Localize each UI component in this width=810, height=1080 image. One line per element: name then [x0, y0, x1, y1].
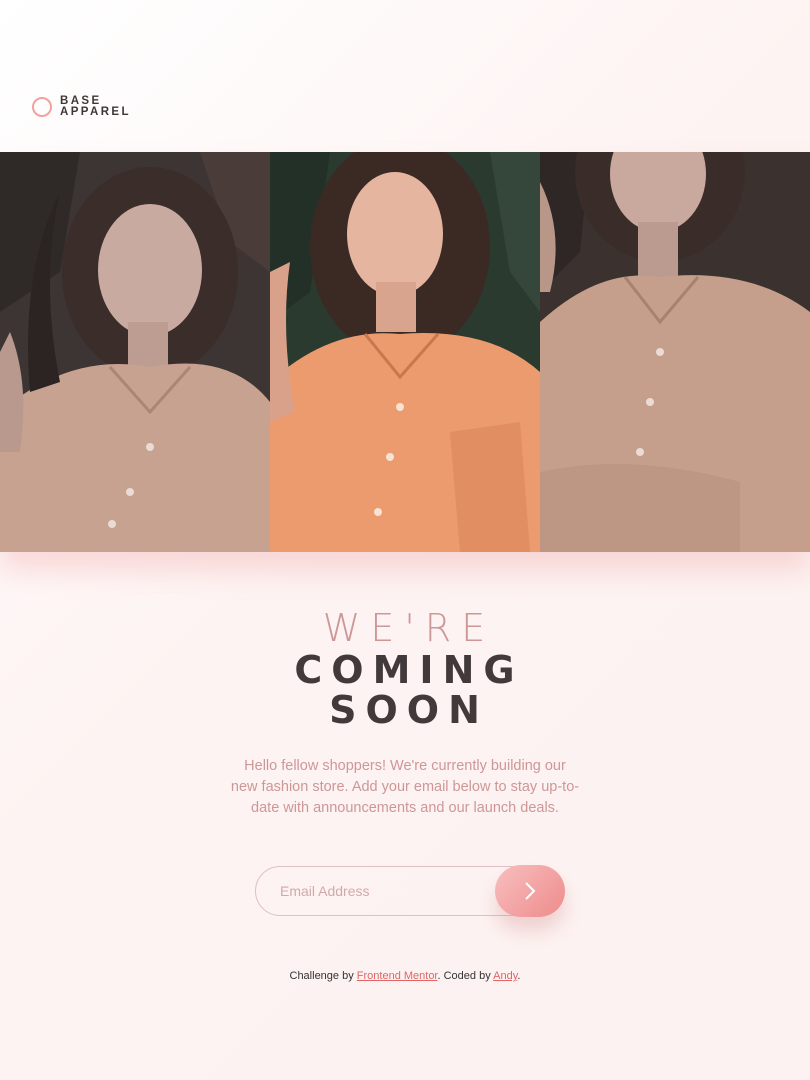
coming-soon-section: WE'RE COMING SOON Hello fellow shoppers!…: [0, 606, 810, 819]
logo[interactable]: BASE APPAREL: [32, 95, 131, 118]
headline-line-2: COMING: [294, 648, 524, 692]
logo-text: BASE APPAREL: [60, 95, 131, 118]
hero-photo-center: [270, 152, 540, 552]
headline-light: WE'RE: [322, 606, 496, 650]
submit-button[interactable]: [495, 865, 565, 917]
author-link[interactable]: Andy: [493, 970, 517, 982]
attribution: Challenge by Frontend Mentor. Coded by A…: [0, 970, 810, 982]
description: Hello fellow shoppers! We're currently b…: [230, 758, 580, 816]
attribution-prefix: Challenge by: [289, 970, 357, 982]
logo-line-2: APPAREL: [60, 106, 131, 118]
attribution-middle: . Coded by: [437, 970, 494, 982]
headline-line-3: SOON: [329, 688, 489, 732]
hero-photo-left: [0, 152, 270, 552]
chevron-right-icon: [525, 882, 536, 900]
logo-ring-icon: [32, 97, 52, 117]
attribution-suffix: .: [517, 970, 521, 982]
frontend-mentor-link[interactable]: Frontend Mentor: [357, 970, 438, 982]
hero-image-strip: [0, 152, 810, 552]
email-signup-form: [255, 865, 565, 917]
hero-photo-right: [540, 152, 810, 552]
